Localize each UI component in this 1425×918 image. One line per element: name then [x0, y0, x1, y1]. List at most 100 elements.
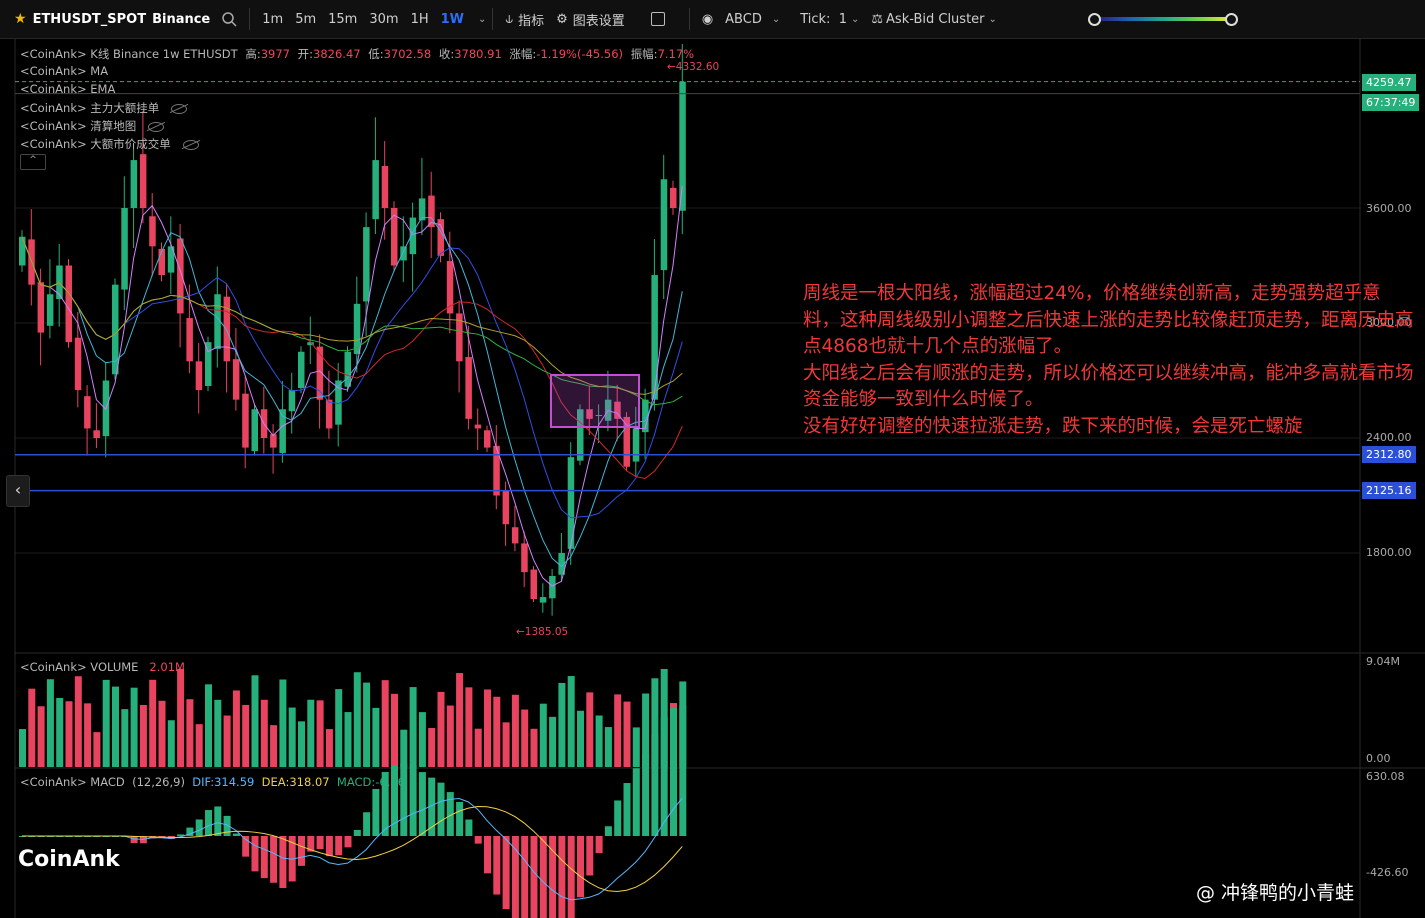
macd-bar — [214, 806, 222, 836]
legend-big-orders[interactable]: <CoinAnk> 主力大额挂单 — [20, 100, 188, 116]
candle-body — [679, 81, 686, 211]
candle-body — [65, 265, 72, 343]
candle-body — [270, 434, 277, 448]
volume-bar — [177, 669, 185, 767]
candle-body — [400, 246, 407, 261]
timeframe-15m[interactable]: 15m — [322, 12, 363, 27]
top-toolbar: ★ ETHUSDT_SPOT Binance 1m 5m 15m 30m 1H 1W ⌄ … — [0, 0, 1425, 39]
volume-bar — [186, 699, 194, 767]
candle-body — [632, 428, 640, 462]
eye-off-icon[interactable] — [182, 139, 199, 150]
legend-liq-map-label: <CoinAnk> 清算地图 — [20, 119, 137, 133]
macd-bar — [511, 836, 519, 918]
chevron-left-icon[interactable]: ‹ — [6, 475, 30, 507]
volume-legend-value: 2.01M — [149, 660, 185, 674]
hline-price-tag[interactable]: 2125.16 — [1362, 482, 1416, 499]
candle-body — [251, 409, 258, 452]
indicators-button[interactable]: ⫝ 指标 — [499, 0, 550, 38]
macd-legend: <CoinAnk> MACD (12,26,9) DIF:314.59 DEA:… — [20, 775, 405, 789]
slider-handle-left[interactable] — [1088, 13, 1101, 26]
main-legend: <CoinAnk> K线 Binance 1w ETHUSDT 高:3977 开… — [20, 46, 694, 62]
visibility-icon[interactable]: ◉ — [696, 0, 719, 38]
volume-bar — [344, 712, 352, 767]
volume-bar — [428, 728, 436, 767]
candle-body — [502, 490, 510, 525]
volume-axis-min: 0.00 — [1366, 752, 1391, 765]
drawing-tool-select[interactable]: ABCD ⌄ — [719, 0, 786, 38]
macd-bar — [604, 826, 612, 836]
macd-bar — [409, 765, 417, 836]
macd-bar — [298, 836, 305, 866]
timeframe-1H[interactable]: 1H — [405, 12, 435, 27]
macd-bar — [344, 836, 352, 848]
chart-settings-label: 图表设置 — [572, 13, 625, 29]
volume-bar — [270, 725, 278, 767]
timeframe-1W[interactable]: 1W — [435, 12, 470, 27]
cluster-select[interactable]: ⚖ Ask-Bid Cluster ⌄ — [865, 0, 1003, 38]
macd-bar — [418, 772, 426, 836]
eye-off-icon[interactable] — [171, 103, 188, 114]
volume-bar — [251, 675, 259, 767]
candle-body — [288, 390, 296, 412]
gear-icon: ⚙ — [556, 11, 568, 27]
volume-bar — [28, 688, 36, 767]
analysis-annotation[interactable]: 周线是一根大阳线，涨幅超过24%，价格继续创新高，走势强势超乎意料，这种周线级别… — [803, 281, 1415, 440]
legend-main-prefix: <CoinAnk> K线 Binance 1w ETHUSDT — [20, 47, 238, 61]
volume-bar — [456, 673, 464, 767]
volume-bars — [19, 669, 687, 767]
candle-body — [37, 282, 45, 333]
toolbar-divider — [688, 8, 690, 30]
hline-price-tag[interactable]: 2312.80 — [1362, 446, 1416, 463]
legend-open-label: 开: — [297, 47, 314, 61]
timeframe-group: 1m 5m 15m 30m 1H 1W — [256, 12, 470, 27]
timeframe-5m[interactable]: 5m — [289, 12, 322, 27]
search-icon[interactable] — [216, 0, 243, 38]
chart-settings-button[interactable]: ⚙ 图表设置 — [550, 0, 631, 38]
favorite-star-icon[interactable]: ★ — [14, 11, 27, 27]
volume-bar — [632, 727, 640, 767]
heatmap-gradient-slider[interactable] — [1088, 13, 1238, 26]
current-price-tag: 4259.47 — [1362, 74, 1416, 91]
volume-bar — [586, 692, 594, 767]
volume-bar — [130, 687, 138, 767]
highlight-box — [550, 374, 640, 428]
volume-bar — [139, 704, 147, 767]
candle-body — [363, 227, 370, 302]
volume-bar — [614, 694, 622, 767]
candle-body — [521, 543, 528, 573]
indicators-icon: ⫝ — [505, 11, 514, 27]
timeframe-30m[interactable]: 30m — [363, 12, 404, 27]
macd-bar — [651, 734, 659, 836]
legend-big-trades[interactable]: <CoinAnk> 大额市价成交单 — [20, 136, 199, 152]
legend-ma[interactable]: <CoinAnk> MA — [20, 64, 108, 78]
macd-bar — [642, 753, 650, 836]
legend-change: -1.19%(-45.56) — [536, 47, 624, 61]
symbol-name[interactable]: ETHUSDT_SPOT — [33, 12, 147, 27]
fullscreen-button[interactable] — [645, 0, 671, 38]
volume-bar — [260, 699, 268, 767]
volume-bar — [316, 700, 324, 767]
macd-bar — [521, 836, 529, 918]
macd-params: (12,26,9) — [132, 775, 185, 789]
macd-bar — [279, 836, 287, 889]
macd-bar — [260, 836, 268, 879]
chevron-down-icon: ⌄ — [988, 13, 997, 25]
legend-collapse-icon[interactable]: ^ — [20, 154, 46, 170]
volume-bar — [167, 720, 175, 767]
candle-body — [242, 393, 249, 448]
exchange-name[interactable]: Binance — [146, 0, 216, 38]
candle-body — [670, 187, 677, 208]
eye-off-icon[interactable] — [148, 121, 165, 132]
candle-body — [484, 430, 491, 448]
gradient-track — [1094, 17, 1232, 21]
legend-liq-map[interactable]: <CoinAnk> 清算地图 — [20, 118, 165, 134]
legend-ema[interactable]: <CoinAnk> EMA — [20, 82, 115, 96]
volume-legend-label: <CoinAnk> VOLUME — [20, 660, 139, 674]
brand-logo: CoinAnk — [18, 847, 120, 872]
tick-select[interactable]: Tick: 1 ⌄ — [794, 0, 865, 38]
timeframe-1m[interactable]: 1m — [256, 12, 289, 27]
slider-handle-right[interactable] — [1225, 13, 1238, 26]
macd-bar — [195, 819, 203, 836]
chevron-down-icon[interactable]: ⌄ — [478, 14, 486, 25]
macd-bar — [437, 782, 445, 836]
